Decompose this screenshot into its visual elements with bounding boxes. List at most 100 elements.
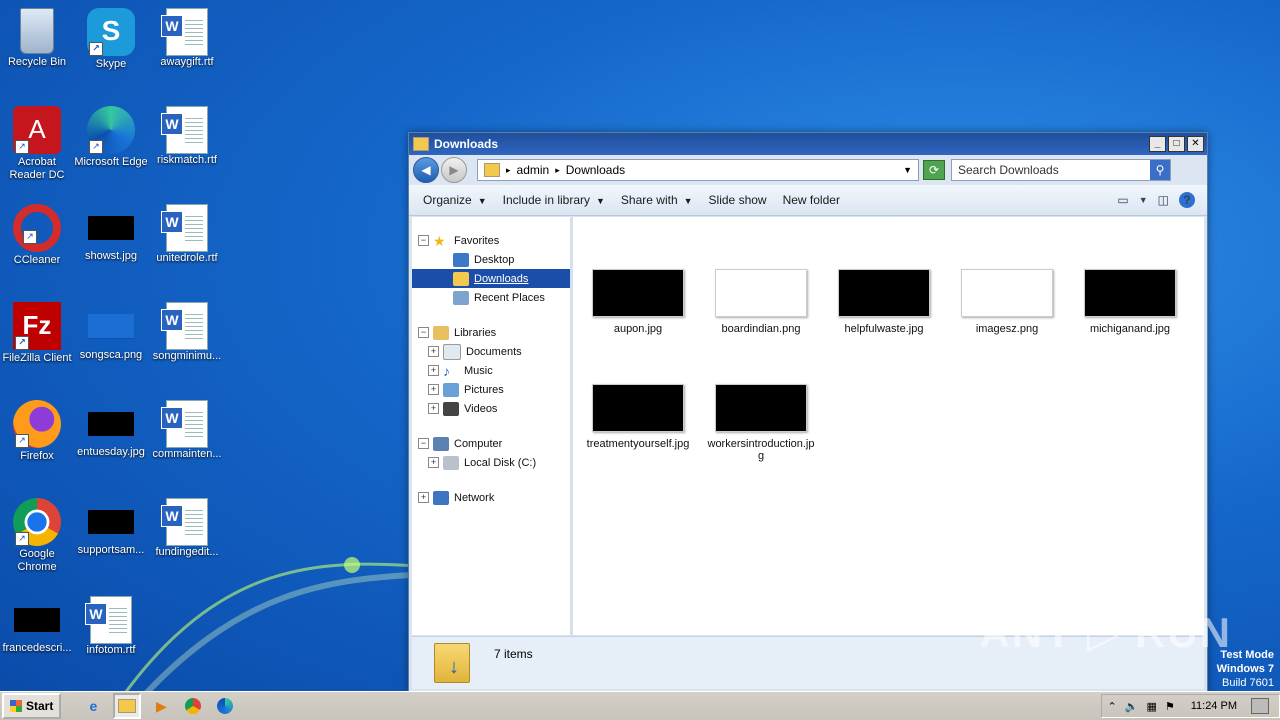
nav-computer[interactable]: − Computer	[412, 434, 570, 453]
system-tray: ⌃ 🔈 ▦ ⚑ 11:24 PM	[1100, 694, 1280, 718]
view-options-icon[interactable]: ▭	[1117, 193, 1128, 207]
image-thumbnail-icon	[592, 384, 684, 432]
desktop-icon-skype[interactable]: S ↗ Skype	[74, 8, 148, 71]
nav-recent-places[interactable]: Recent Places	[412, 288, 570, 307]
preview-pane-icon[interactable]: ◫	[1158, 193, 1169, 207]
nav-network[interactable]: + Network	[412, 488, 570, 507]
acrobat-icon: A ↗	[13, 106, 61, 154]
desktop-icon-infotom[interactable]: W infotom.rtf	[74, 596, 148, 657]
edge-icon: ↗	[87, 106, 135, 154]
file-list: aupon.jpg boardindian.png helpfulwaste.j…	[573, 217, 1204, 635]
desktop-icon-riskmatch[interactable]: W riskmatch.rtf	[150, 106, 224, 167]
network-status-icon[interactable]: ▦	[1146, 700, 1156, 713]
desktop-icon-fundingedit[interactable]: W fundingedit...	[150, 498, 224, 559]
chevron-down-icon: ▼	[683, 196, 693, 206]
desktop-icon-chrome[interactable]: ↗ Google Chrome	[0, 498, 74, 574]
desktop-icon-recycle-bin[interactable]: Recycle Bin	[0, 8, 74, 69]
chevron-down-icon[interactable]: ▼	[1139, 195, 1148, 205]
desktop-icon-showst[interactable]: showst.jpg	[74, 204, 148, 263]
nav-music[interactable]: + ♪ Music	[412, 361, 570, 380]
help-icon[interactable]: ?	[1179, 192, 1195, 208]
breadcrumb-admin[interactable]: admin	[517, 163, 550, 177]
file-item[interactable]: workersintroduction.jpg	[706, 384, 816, 462]
nav-downloads[interactable]: Downloads	[412, 269, 570, 288]
file-item[interactable]: michiganand.jpg	[1075, 269, 1185, 335]
nav-libraries[interactable]: − Libraries	[412, 323, 570, 342]
pictures-icon	[443, 382, 459, 397]
nav-pictures[interactable]: + Pictures	[412, 380, 570, 399]
recent-places-icon	[453, 290, 469, 305]
show-desktop-button[interactable]	[1251, 698, 1269, 714]
taskbar-edge-icon[interactable]	[213, 695, 237, 717]
folder-icon	[484, 163, 500, 177]
taskbar-chrome-icon[interactable]	[181, 695, 205, 717]
desktop-icon-songminimu[interactable]: W songminimu...	[150, 302, 224, 363]
refresh-button[interactable]: ⟳	[923, 160, 945, 180]
forward-button[interactable]: ▶	[441, 157, 467, 183]
arrow-right-icon: ▶	[449, 163, 459, 177]
firefox-icon: ↗	[13, 400, 61, 448]
image-thumbnail-icon	[88, 314, 134, 339]
start-button[interactable]: Start	[2, 693, 62, 719]
word-document-icon: W	[161, 400, 208, 448]
desktop-icon-songsca[interactable]: songsca.png	[74, 302, 148, 362]
taskbar-explorer-icon[interactable]	[113, 693, 142, 719]
nav-videos[interactable]: + Videos	[412, 399, 570, 418]
chevron-down-icon: ▼	[477, 196, 487, 206]
search-icon[interactable]: ⚲	[1150, 160, 1170, 180]
network-icon	[433, 490, 449, 505]
include-in-library-button[interactable]: Include in library ▼	[495, 189, 613, 211]
nav-local-disk[interactable]: + Local Disk (C:)	[412, 453, 570, 472]
desktop-icon-awaygift[interactable]: W awaygift.rtf	[150, 8, 224, 69]
image-thumbnail-icon	[88, 216, 134, 240]
nav-documents[interactable]: + Documents	[412, 342, 570, 361]
videos-icon	[443, 401, 459, 416]
test-mode-notice: Test Mode Windows 7 Build 7601	[1216, 649, 1274, 689]
search-input[interactable]: Search Downloads ⚲	[951, 159, 1171, 181]
organize-button[interactable]: Organize ▼	[415, 189, 495, 211]
recycle-bin-icon	[20, 8, 54, 54]
search-placeholder: Search Downloads	[958, 163, 1059, 177]
close-button[interactable]: ✕	[1187, 136, 1204, 152]
disk-icon	[443, 455, 459, 470]
slide-show-button[interactable]: Slide show	[701, 189, 775, 211]
file-item[interactable]: imagesz.png	[952, 269, 1062, 335]
desktop-icon-acrobat[interactable]: A ↗ Acrobat Reader DC	[0, 106, 74, 182]
minimize-button[interactable]: _	[1149, 136, 1166, 152]
navigation-pane: − ★ Favorites Desktop Downloads Recent Pla…	[412, 217, 573, 635]
new-folder-button[interactable]: New folder	[775, 189, 848, 211]
breadcrumb-downloads[interactable]: Downloads	[566, 163, 625, 177]
window-titlebar[interactable]: Downloads _ □ ✕	[409, 133, 1207, 155]
downloads-folder-icon	[453, 271, 469, 286]
share-with-button[interactable]: Share with ▼	[613, 189, 701, 211]
desktop-icon-firefox[interactable]: ↗ Firefox	[0, 400, 74, 463]
file-item[interactable]: aupon.jpg	[583, 269, 693, 335]
file-item[interactable]: treatmentyourself.jpg	[583, 384, 693, 450]
desktop-icon-supportsam[interactable]: supportsam...	[74, 498, 148, 557]
desktop-icon-commainten[interactable]: W commainten...	[150, 400, 224, 461]
volume-icon[interactable]: 🔈	[1125, 700, 1139, 713]
chevron-down-icon[interactable]: ▼	[903, 165, 912, 175]
word-document-icon: W	[161, 8, 208, 56]
desktop-icon-edge[interactable]: ↗ Microsoft Edge	[74, 106, 148, 169]
computer-icon	[433, 436, 449, 451]
taskbar-ie-icon[interactable]: e	[81, 695, 105, 717]
chevron-up-icon[interactable]: ⌃	[1108, 700, 1117, 713]
taskbar-media-player-icon[interactable]: ▶	[149, 695, 173, 717]
nav-desktop[interactable]: Desktop	[412, 250, 570, 269]
back-button[interactable]: ◀	[413, 157, 439, 183]
address-bar[interactable]: ▸ admin ▸ Downloads ▼	[477, 159, 919, 181]
downloads-folder-icon	[434, 643, 470, 683]
file-item[interactable]: boardindian.png	[706, 269, 816, 335]
desktop-icon-francedescri[interactable]: francedescri...	[0, 596, 74, 655]
desktop-icon-ccleaner[interactable]: ↗ CCleaner	[0, 204, 74, 267]
clock[interactable]: 11:24 PM	[1191, 700, 1237, 712]
desktop-icon-entuesday[interactable]: entuesday.jpg	[74, 400, 148, 459]
desktop-icon-unitedrole[interactable]: W unitedrole.rtf	[150, 204, 224, 265]
desktop-icon-filezilla[interactable]: Fz ↗ FileZilla Client	[0, 302, 74, 365]
flag-icon[interactable]: ⚑	[1165, 700, 1175, 713]
ccleaner-icon: ↗	[13, 204, 61, 252]
maximize-button[interactable]: □	[1168, 136, 1185, 152]
nav-favorites[interactable]: − ★ Favorites	[412, 231, 570, 250]
file-item[interactable]: helpfulwaste.jpg	[829, 269, 939, 335]
